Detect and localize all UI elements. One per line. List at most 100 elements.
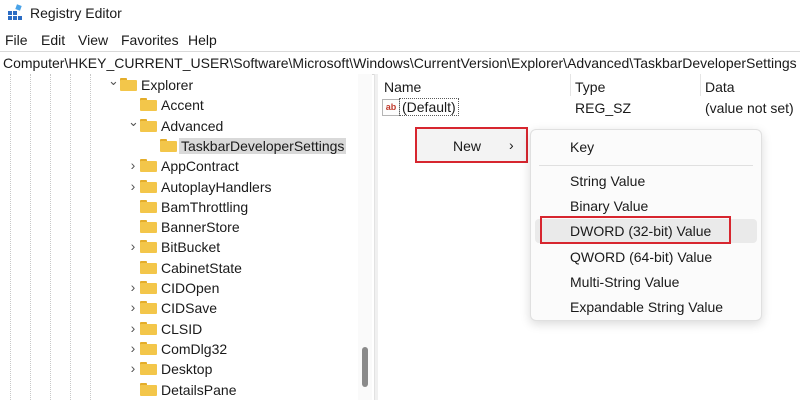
folder-icon <box>140 98 157 112</box>
chevron-right-icon[interactable]: › <box>128 341 138 355</box>
folder-icon <box>140 260 157 274</box>
submenu-item-label: Multi-String Value <box>570 274 680 290</box>
tree-item-label: AppContract <box>161 158 239 175</box>
folder-icon <box>140 362 157 376</box>
column-type-header[interactable]: Type <box>575 79 605 95</box>
folder-icon <box>140 220 157 234</box>
highlight-annotation-box <box>540 216 731 244</box>
tree-item[interactable]: BannerStore <box>0 217 358 237</box>
string-value-icon: ab <box>382 99 400 116</box>
submenu-item-key[interactable]: Key <box>531 135 761 159</box>
tree-item[interactable]: › BitBucket <box>0 237 358 257</box>
tree-item-label: BamThrottling <box>161 198 249 215</box>
submenu-item-label: QWORD (64-bit) Value <box>570 249 713 265</box>
chevron-right-icon[interactable]: › <box>128 179 138 193</box>
tree-item[interactable]: ⌄ Advanced <box>0 115 358 136</box>
context-menu-new-label: New <box>453 138 482 154</box>
value-row[interactable]: ab (Default) REG_SZ (value not set) <box>378 97 800 117</box>
tree-item-label: TaskbarDeveloperSettings <box>179 137 347 154</box>
tree-scrollbar[interactable] <box>358 74 372 400</box>
folder-icon <box>140 199 157 213</box>
chevron-right-icon[interactable]: › <box>128 361 138 375</box>
chevron-right-icon[interactable]: › <box>128 158 138 172</box>
tree-item-label: CabinetState <box>161 259 242 276</box>
submenu-item-label: String Value <box>570 173 646 189</box>
menu-help[interactable]: Help <box>188 32 217 48</box>
folder-icon <box>140 281 157 294</box>
submenu-item-expandable-string-value[interactable]: Expandable String Value <box>531 295 761 319</box>
submenu-item-multi-string-value[interactable]: Multi-String Value <box>531 270 761 294</box>
tree-item-label: ComDlg32 <box>161 340 228 357</box>
key-tree-pane[interactable]: ⌄ Explorer Accent ⌄ Advanced TaskbarDeveloper… <box>0 74 372 400</box>
chevron-right-icon[interactable]: › <box>128 300 138 314</box>
submenu-separator <box>539 165 753 166</box>
value-name: (Default) <box>399 98 459 116</box>
tree-item-label: Advanced <box>161 117 224 134</box>
tree-item[interactable]: › CIDSave <box>0 298 358 318</box>
tree-item[interactable]: Accent <box>0 95 358 115</box>
submenu-item-binary-value[interactable]: Binary Value <box>531 194 761 218</box>
registry-editor-icon <box>8 4 22 20</box>
menu-edit[interactable]: Edit <box>41 32 65 48</box>
folder-icon <box>140 179 157 193</box>
chevron-down-icon[interactable]: ⌄ <box>128 115 139 131</box>
tree-item-label: CIDSave <box>161 300 218 317</box>
menu-file[interactable]: File <box>5 32 28 48</box>
folder-icon <box>140 301 157 315</box>
tree-item[interactable]: CabinetState <box>0 258 358 278</box>
tree-item-label: DetailsPane <box>161 381 237 398</box>
title-bar: Registry Editor <box>0 0 800 26</box>
address-bar[interactable]: Computer\HKEY_CURRENT_USER\Software\Micr… <box>0 51 800 75</box>
tree-scrollbar-thumb[interactable] <box>362 347 368 387</box>
chevron-right-icon[interactable]: › <box>128 239 138 253</box>
address-path[interactable]: Computer\HKEY_CURRENT_USER\Software\Micr… <box>3 55 797 71</box>
tree-item[interactable]: TaskbarDeveloperSettings <box>0 136 358 156</box>
tree-item[interactable]: › CLSID <box>0 319 358 339</box>
menu-favorites[interactable]: Favorites <box>121 32 179 48</box>
folder-icon <box>120 78 137 91</box>
tree-item[interactable]: › AutoplayHandlers <box>0 177 358 197</box>
tree-item-label: BannerStore <box>161 219 240 236</box>
menu-view[interactable]: View <box>78 32 108 48</box>
tree-item[interactable]: BamThrottling <box>0 197 358 217</box>
value-data: (value not set) <box>705 100 794 116</box>
folder-icon <box>140 159 157 173</box>
folder-icon <box>140 321 157 335</box>
chevron-down-icon[interactable]: ⌄ <box>108 74 119 90</box>
tree-item-label: CIDOpen <box>161 280 220 296</box>
menu-bar: File Edit View Favorites Help <box>0 29 800 49</box>
column-divider[interactable] <box>700 74 701 96</box>
value-type: REG_SZ <box>575 100 632 116</box>
tree-item[interactable]: ⌄ Explorer <box>0 74 358 95</box>
tree-item-label: Accent <box>161 97 204 114</box>
tree-item-label: Desktop <box>161 361 213 378</box>
folder-icon <box>140 240 157 254</box>
submenu-item-string-value[interactable]: String Value <box>531 169 761 193</box>
tree-item[interactable]: DetailsPane <box>0 380 358 400</box>
tree-item[interactable]: › AppContract <box>0 156 358 176</box>
tree-item-label: Explorer <box>141 77 194 93</box>
folder-icon <box>160 138 177 152</box>
submenu-item-label: Binary Value <box>570 198 649 214</box>
column-data-header[interactable]: Data <box>705 79 735 95</box>
chevron-right-icon[interactable]: › <box>128 321 138 335</box>
tree-item[interactable]: › CIDOpen <box>0 278 358 298</box>
chevron-right-icon[interactable]: › <box>128 280 138 294</box>
tree-item-label: AutoplayHandlers <box>161 178 272 195</box>
tree-item[interactable]: › Desktop <box>0 359 358 379</box>
submenu-item-label: Expandable String Value <box>570 299 724 315</box>
tree-item-label: BitBucket <box>161 239 221 256</box>
folder-icon <box>140 382 157 396</box>
context-menu-new[interactable]: New › <box>415 127 528 163</box>
folder-icon <box>140 118 157 132</box>
tree-item-label: CLSID <box>161 320 203 337</box>
folder-icon <box>140 341 157 355</box>
submenu-item-qword-value[interactable]: QWORD (64-bit) Value <box>531 245 761 269</box>
values-column-header: Name Type Data <box>378 74 800 96</box>
submenu-item-label: Key <box>570 139 595 155</box>
column-name-header[interactable]: Name <box>384 79 421 95</box>
chevron-right-icon: › <box>509 137 514 153</box>
window-title: Registry Editor <box>30 5 122 21</box>
tree-item[interactable]: › ComDlg32 <box>0 339 358 359</box>
column-divider[interactable] <box>570 74 571 96</box>
